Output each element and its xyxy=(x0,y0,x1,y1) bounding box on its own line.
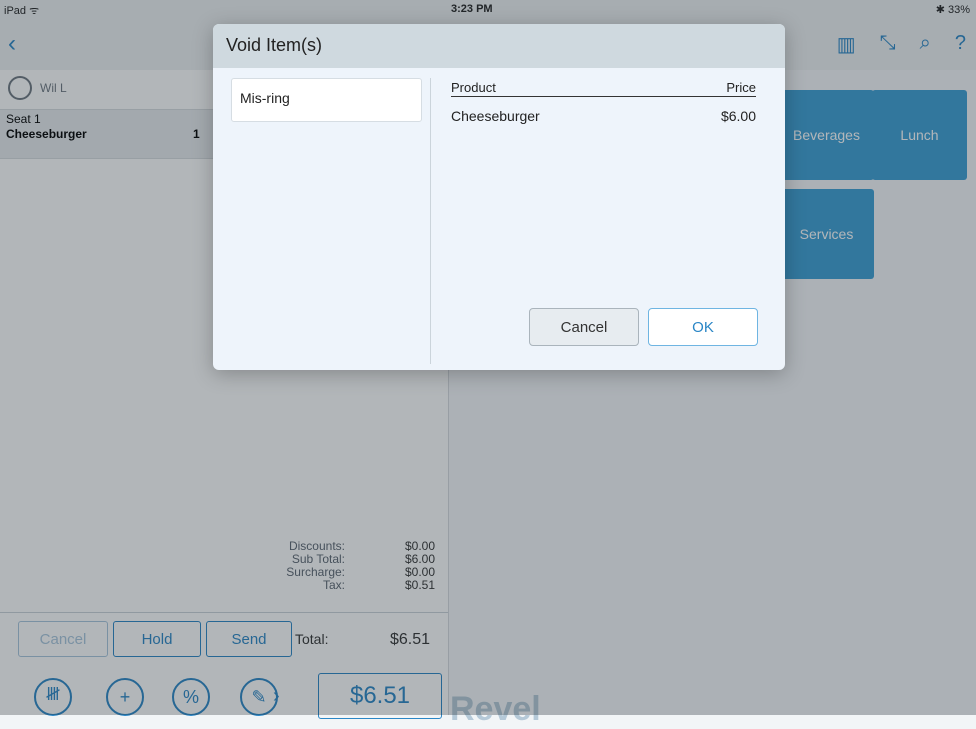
product-table-header: Product Price xyxy=(451,80,756,97)
price-column-header: Price xyxy=(726,80,756,95)
modal-ok-button[interactable]: OK xyxy=(648,308,758,346)
product-column-header: Product xyxy=(451,80,496,95)
void-reason-list[interactable]: Mis-ring xyxy=(231,78,422,122)
void-items-modal: Void Item(s) Mis-ring Product Price Chee… xyxy=(213,24,785,370)
modal-title: Void Item(s) xyxy=(226,35,323,55)
product-price: $6.00 xyxy=(720,108,756,124)
modal-divider xyxy=(430,78,431,364)
modal-cancel-button[interactable]: Cancel xyxy=(529,308,639,346)
product-name: Cheeseburger xyxy=(451,108,540,124)
modal-header: Void Item(s) xyxy=(213,24,785,68)
void-reason-item[interactable]: Mis-ring xyxy=(240,90,290,106)
